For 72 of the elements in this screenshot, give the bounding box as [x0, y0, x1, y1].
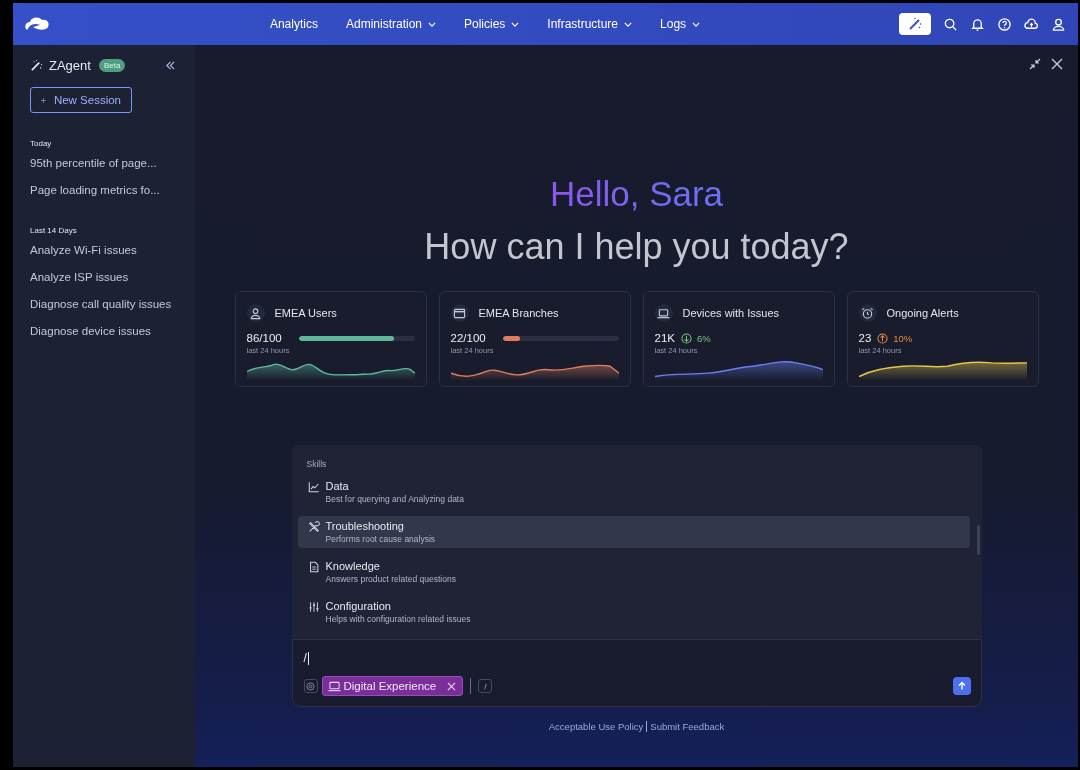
- metric-value: 23: [858, 332, 872, 344]
- arrow-up-icon: [956, 681, 967, 691]
- collapse-icon[interactable]: [165, 59, 177, 71]
- minimize-icon[interactable]: [1029, 58, 1041, 70]
- tools-icon: [307, 521, 320, 533]
- skill-option[interactable]: Data Best for querying and Analyzing data: [297, 476, 970, 508]
- magic-wand-icon: [30, 58, 43, 72]
- metric-value: 21K: [654, 332, 675, 344]
- change-percent: 6%: [696, 332, 711, 344]
- skill-name: Knowledge: [325, 560, 381, 572]
- session-link[interactable]: 95th percentile of page...: [30, 156, 195, 170]
- skills-heading: Skills: [306, 459, 328, 469]
- prompt-heading: How can I help you today?: [424, 225, 849, 269]
- magic-wand-icon: [907, 16, 923, 32]
- card-title: Ongoing Alerts: [886, 307, 959, 319]
- card-title: EMEA Users: [274, 307, 337, 319]
- skill-description: Best for querying and Analyzing data: [325, 494, 464, 504]
- skill-description: Helps with configuration related issues: [325, 614, 471, 624]
- session-link[interactable]: Page loading metrics fo...: [30, 183, 195, 197]
- nav-menu-item[interactable]: Infrastructure: [547, 15, 633, 33]
- plus-icon: [41, 95, 46, 105]
- context-chip[interactable]: Digital Experience: [321, 676, 464, 696]
- nav-menu-item[interactable]: Administration: [345, 15, 436, 33]
- section-heading: Last 14 Days: [30, 226, 78, 235]
- session-link[interactable]: Diagnose call quality issues: [30, 297, 195, 311]
- sidebar-title: ZAgent: [49, 57, 91, 73]
- close-icon[interactable]: [447, 681, 457, 691]
- nav-menu-item[interactable]: Policies: [464, 15, 520, 33]
- card-title: EMEA Branches: [478, 307, 559, 319]
- new-session-button[interactable]: New Session: [30, 87, 132, 113]
- laptop-icon: [657, 306, 670, 320]
- beta-badge: Beta: [98, 58, 126, 72]
- message-input[interactable]: / Digital Experience: [291, 639, 982, 707]
- line-chart-icon: [307, 481, 320, 493]
- nav-menu-item[interactable]: Analytics: [269, 15, 318, 33]
- user-icon: [249, 306, 262, 320]
- footer-link[interactable]: Acceptable Use Policy: [548, 721, 644, 732]
- at-sign-icon: [306, 681, 315, 691]
- cloud-upload-icon[interactable]: [1024, 16, 1039, 32]
- bell-icon[interactable]: [970, 16, 985, 32]
- magic-wand-button[interactable]: [899, 13, 931, 35]
- user-icon[interactable]: [1051, 16, 1066, 32]
- change-percent: 10%: [893, 332, 913, 344]
- help-icon[interactable]: [997, 16, 1012, 32]
- laptop-icon: [327, 680, 341, 692]
- card-title: Devices with Issues: [682, 307, 780, 319]
- footer-link[interactable]: Submit Feedback: [650, 721, 725, 732]
- skill-name: Configuration: [325, 600, 392, 612]
- skill-option[interactable]: Configuration Helps with configuration related issues: [297, 596, 970, 628]
- nav-menu-item[interactable]: Logs: [660, 15, 701, 33]
- browser-window-icon: [453, 306, 466, 320]
- session-link[interactable]: Analyze ISP issues: [30, 270, 195, 284]
- session-link[interactable]: Analyze Wi-Fi issues: [30, 243, 195, 257]
- skill-description: Performs root cause analysis: [325, 534, 436, 544]
- metric-value: 22/100: [450, 332, 486, 344]
- alarm-clock-icon: [861, 306, 874, 320]
- slash-command-button[interactable]: [478, 679, 493, 693]
- sliders-icon: [307, 601, 320, 613]
- search-icon[interactable]: [943, 16, 958, 32]
- skill-name: Troubleshooting: [325, 520, 405, 532]
- skill-name: Data: [325, 480, 350, 492]
- skill-description: Answers product related questions: [325, 574, 456, 584]
- mention-button[interactable]: [303, 679, 318, 693]
- input-text: /: [303, 651, 307, 665]
- metric-value: 86/100: [246, 332, 282, 344]
- section-heading: Today: [30, 139, 53, 148]
- skill-option[interactable]: Knowledge Answers product related questions: [297, 556, 970, 588]
- skill-option[interactable]: Troubleshooting Performs root cause analysis: [297, 516, 970, 548]
- document-icon: [307, 561, 320, 573]
- close-icon[interactable]: [1051, 58, 1063, 70]
- session-link[interactable]: Diagnose device issues: [30, 324, 195, 338]
- send-button[interactable]: [952, 677, 971, 695]
